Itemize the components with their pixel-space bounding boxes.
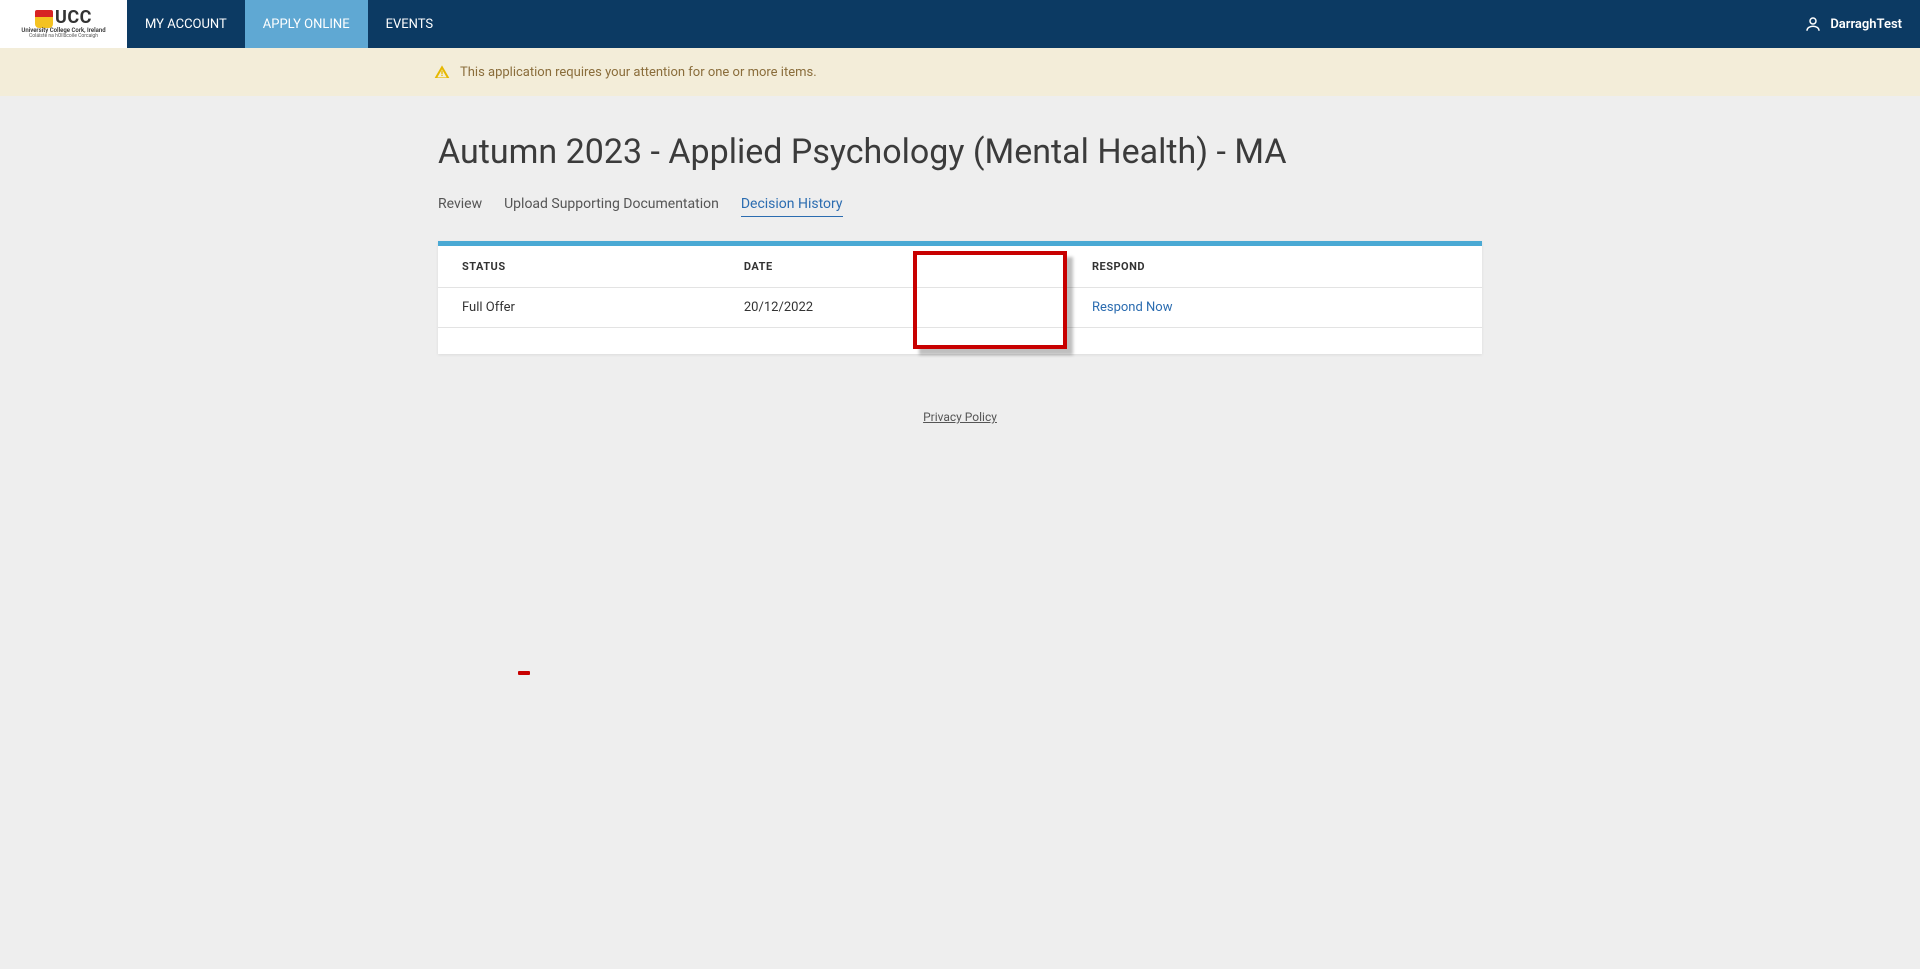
alert-banner: This application requires your attention… [0, 48, 1920, 96]
privacy-policy-link[interactable]: Privacy Policy [923, 410, 997, 424]
col-status: STATUS [438, 246, 720, 288]
nav-events[interactable]: EVENTS [368, 0, 452, 48]
logo-subtitle-2: Coláiste na hOllscoile Corcaigh [21, 34, 105, 39]
tab-decision-history[interactable]: Decision History [741, 196, 843, 217]
cell-status: Full Offer [438, 288, 720, 328]
footer: Privacy Policy [438, 410, 1482, 424]
main-header: UCC University College Cork, Ireland Col… [0, 0, 1920, 48]
page-content: Autumn 2023 - Applied Psychology (Mental… [438, 96, 1482, 424]
tab-review[interactable]: Review [438, 196, 482, 217]
cell-date: 20/12/2022 [720, 288, 1054, 328]
table-row: Full Offer 20/12/2022 Respond Now [438, 288, 1482, 328]
respond-now-link[interactable]: Respond Now [1092, 300, 1173, 315]
warning-icon [434, 64, 460, 80]
crest-icon [35, 10, 53, 28]
col-date: DATE [720, 246, 1054, 288]
page-title: Autumn 2023 - Applied Psychology (Mental… [438, 132, 1482, 172]
col-respond: RESPOND [1054, 246, 1482, 288]
decision-card: STATUS DATE RESPOND Full Offer 20/12/202… [438, 241, 1482, 354]
tab-row: Review Upload Supporting Documentation D… [438, 196, 1482, 217]
decision-table: STATUS DATE RESPOND Full Offer 20/12/202… [438, 246, 1482, 328]
user-name: DarraghTest [1830, 17, 1902, 32]
nav-apply-online[interactable]: APPLY ONLINE [245, 0, 368, 48]
annotation-stray-mark [518, 671, 530, 675]
user-menu[interactable]: DarraghTest [1786, 0, 1920, 48]
alert-text: This application requires your attention… [460, 65, 817, 80]
logo[interactable]: UCC University College Cork, Ireland Col… [0, 0, 127, 48]
logo-text: UCC [55, 7, 92, 28]
user-icon [1804, 15, 1822, 33]
nav-my-account[interactable]: MY ACCOUNT [127, 0, 245, 48]
tab-upload[interactable]: Upload Supporting Documentation [504, 196, 719, 217]
